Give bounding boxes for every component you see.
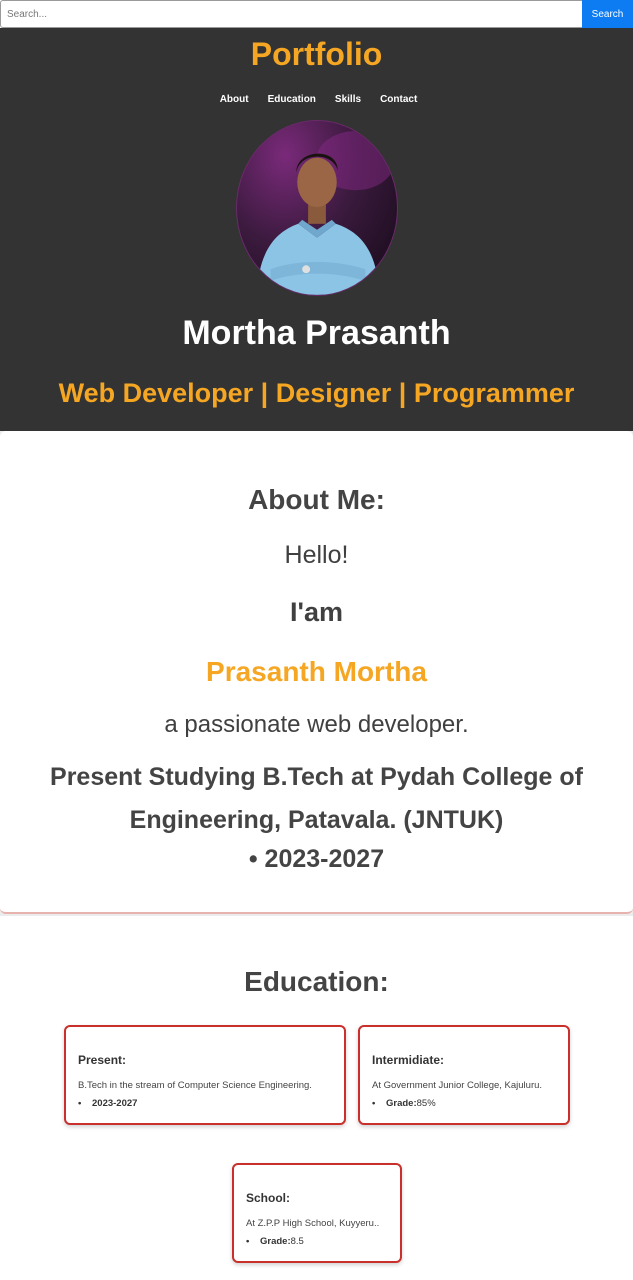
header: Portfolio About Education Skills Contact… xyxy=(0,28,633,431)
search-bar: Search xyxy=(0,0,633,28)
education-section: Education: Present: B.Tech in the stream… xyxy=(0,916,633,1280)
card-list-item: • Grade:8.5 xyxy=(246,1236,304,1247)
nav-link-contact[interactable]: Contact xyxy=(380,94,417,105)
card-title: Present: xyxy=(78,1053,127,1067)
bullet-icon: • xyxy=(372,1098,376,1109)
education-card-intermediate: Intermidiate: At Government Junior Colle… xyxy=(358,1025,570,1125)
education-card-present: Present: B.Tech in the stream of Compute… xyxy=(64,1025,346,1125)
education-card-school: School: At Z.P.P High School, Kuyyeru.. … xyxy=(232,1163,402,1263)
card-title: Intermidiate: xyxy=(372,1053,445,1067)
about-tagline: a passionate web developer. xyxy=(164,711,469,738)
search-button[interactable]: Search xyxy=(582,0,633,28)
about-title: About Me: xyxy=(248,484,385,515)
profile-photo xyxy=(236,120,398,296)
education-title: Education: xyxy=(244,966,389,997)
about-study: Present Studying B.Tech at Pydah College… xyxy=(50,763,583,834)
about-iam: I'am xyxy=(290,597,343,627)
card-description: At Government Junior College, Kajuluru. xyxy=(372,1080,543,1091)
about-years: • 2023-2027 xyxy=(248,845,385,873)
main-nav: About Education Skills Contact xyxy=(0,94,633,105)
person-avatar-image xyxy=(256,130,396,295)
site-logo[interactable]: Portfolio xyxy=(0,36,633,73)
about-hello: Hello! xyxy=(284,541,349,569)
profile-name: Mortha Prasanth xyxy=(182,314,451,352)
card-description: B.Tech in the stream of Computer Science… xyxy=(78,1080,312,1091)
bullet-icon: • xyxy=(78,1098,82,1109)
card-list-item: • Grade:85% xyxy=(372,1098,436,1109)
profile-roles: Web Developer | Designer | Programmer xyxy=(58,378,575,408)
search-input[interactable] xyxy=(0,0,582,28)
nav-link-education[interactable]: Education xyxy=(268,94,316,105)
card-item-value: 8.5 xyxy=(290,1236,304,1247)
card-item-label: 2023-2027 xyxy=(92,1098,138,1109)
about-section: About Me: Hello! I'am Prasanth Mortha a … xyxy=(0,431,633,914)
nav-link-skills[interactable]: Skills xyxy=(335,94,361,105)
bullet-icon: • xyxy=(246,1236,250,1247)
card-title: School: xyxy=(246,1191,290,1205)
about-name: Prasanth Mortha xyxy=(206,656,427,687)
card-item-value: 85% xyxy=(416,1098,436,1109)
card-list-item: • 2023-2027 xyxy=(78,1098,137,1109)
card-description: At Z.P.P High School, Kuyyeru.. xyxy=(246,1218,380,1229)
nav-link-about[interactable]: About xyxy=(220,94,249,105)
card-item-label: Grade: xyxy=(386,1098,417,1109)
card-item-label: Grade: xyxy=(260,1236,291,1247)
